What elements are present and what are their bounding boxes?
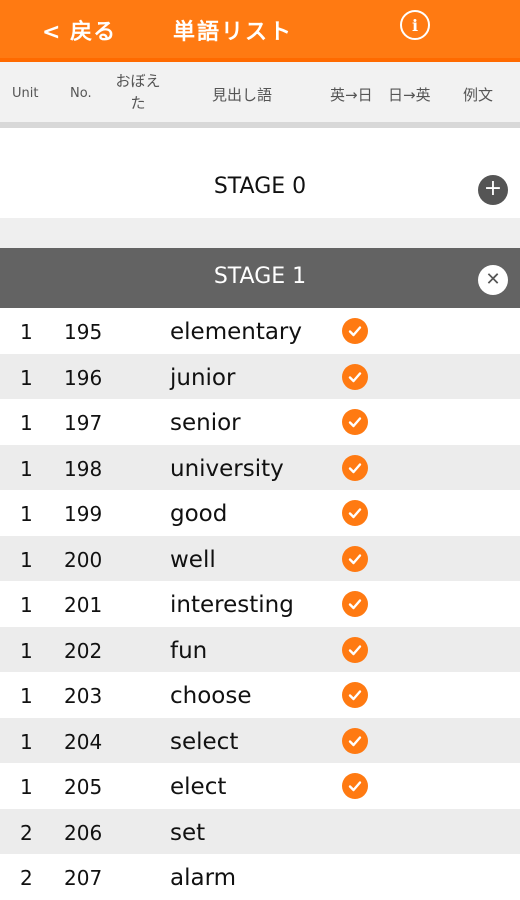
row-word: select bbox=[170, 728, 239, 755]
check-icon bbox=[342, 500, 368, 526]
top-bar: < 戻る 単語リスト i bbox=[0, 0, 520, 58]
check-icon bbox=[342, 454, 368, 481]
row-unit: 1 bbox=[20, 775, 33, 799]
stage-0-label: STAGE 0 bbox=[213, 174, 307, 199]
info-icon[interactable]: i bbox=[400, 10, 430, 40]
check-mark bbox=[348, 553, 362, 564]
row-unit: 1 bbox=[20, 365, 33, 390]
row-word: set bbox=[170, 819, 206, 846]
row-unit: 1 bbox=[20, 502, 33, 526]
row-number: 205 bbox=[64, 775, 103, 799]
row-unit: 1 bbox=[20, 684, 33, 708]
table-row[interactable]: 1 199 good bbox=[0, 490, 520, 536]
collapse-close-icon[interactable]: ✕ bbox=[478, 265, 508, 295]
row-number: 197 bbox=[64, 411, 103, 435]
table-row[interactable]: 1 200 well bbox=[0, 535, 520, 581]
table-row[interactable]: 1 196 junior bbox=[0, 353, 520, 399]
row-unit: 2 bbox=[20, 866, 33, 890]
check-mark bbox=[348, 735, 362, 746]
check-icon bbox=[342, 727, 368, 754]
check-mark bbox=[348, 599, 362, 610]
row-number: 206 bbox=[64, 820, 103, 845]
row-unit: 1 bbox=[20, 320, 33, 344]
row-unit: 2 bbox=[20, 820, 33, 845]
row-number: 202 bbox=[64, 638, 103, 663]
check-icon bbox=[342, 409, 368, 435]
col-learned-line1: おぼえ bbox=[115, 72, 161, 90]
stage-gap bbox=[0, 218, 520, 248]
col-headword: 見出し語 bbox=[212, 86, 273, 104]
row-word: good bbox=[170, 501, 228, 527]
check-icon bbox=[342, 636, 368, 663]
row-word: choose bbox=[170, 683, 252, 709]
col-no: No. bbox=[70, 86, 92, 101]
col-learned-line2: た bbox=[130, 94, 146, 112]
check-icon bbox=[342, 773, 368, 799]
row-unit: 1 bbox=[20, 638, 33, 663]
expand-plus-icon[interactable]: + bbox=[478, 175, 508, 205]
table-row[interactable]: 1 205 elect bbox=[0, 763, 520, 809]
row-unit: 1 bbox=[20, 411, 33, 435]
row-number: 204 bbox=[64, 729, 103, 754]
check-mark bbox=[348, 690, 362, 701]
row-number: 198 bbox=[64, 456, 103, 481]
row-word: elect bbox=[170, 774, 227, 800]
check-mark bbox=[348, 371, 362, 382]
stage-1-header[interactable]: STAGE 1 ✕ bbox=[0, 248, 520, 308]
column-header: Unit No. おぼえ た 見出し語 英→日 日→英 例文 bbox=[0, 62, 520, 122]
word-list: 1 195 elementary 1 196 junior 1 197 senior 1 198 un… bbox=[0, 308, 520, 900]
table-row[interactable]: 2 206 set bbox=[0, 808, 520, 854]
page-title-text: 単語リスト bbox=[172, 20, 293, 45]
table-row[interactable]: 1 201 interesting bbox=[0, 581, 520, 627]
stage-1-label: STAGE 1 bbox=[213, 264, 307, 289]
table-row[interactable]: 1 203 choose bbox=[0, 672, 520, 718]
check-icon bbox=[342, 318, 368, 344]
row-unit: 1 bbox=[20, 456, 33, 481]
row-number: 207 bbox=[64, 866, 103, 890]
row-number: 203 bbox=[64, 684, 103, 708]
table-row[interactable]: 1 197 senior bbox=[0, 399, 520, 445]
check-icon bbox=[342, 682, 368, 708]
row-word: junior bbox=[170, 364, 236, 391]
check-icon bbox=[342, 545, 368, 572]
col-example: 例文 bbox=[463, 86, 494, 104]
row-word: university bbox=[170, 455, 284, 482]
row-number: 195 bbox=[64, 320, 103, 344]
check-mark bbox=[348, 781, 362, 792]
row-number: 196 bbox=[64, 365, 103, 390]
header-separator bbox=[0, 122, 520, 128]
check-mark bbox=[348, 417, 362, 428]
row-word: interesting bbox=[170, 592, 294, 618]
check-icon bbox=[342, 591, 368, 617]
row-word: elementary bbox=[170, 319, 303, 345]
col-ja-en: 日→英 bbox=[388, 86, 431, 104]
check-mark bbox=[348, 326, 362, 337]
row-number: 199 bbox=[64, 502, 103, 526]
row-unit: 1 bbox=[20, 729, 33, 754]
row-unit: 1 bbox=[20, 593, 33, 617]
check-icon bbox=[342, 363, 368, 390]
col-learned: おぼえ た bbox=[108, 70, 168, 114]
stage-0-header[interactable]: STAGE 0 + bbox=[0, 158, 520, 218]
row-number: 201 bbox=[64, 593, 103, 617]
table-row[interactable]: 1 204 select bbox=[0, 717, 520, 763]
row-word: senior bbox=[170, 410, 241, 436]
row-word: alarm bbox=[170, 865, 237, 891]
page-title: 単語リスト bbox=[0, 14, 520, 46]
table-row[interactable]: 1 198 university bbox=[0, 444, 520, 490]
table-row[interactable]: 2 207 alarm bbox=[0, 854, 520, 900]
row-number: 200 bbox=[64, 547, 103, 572]
check-mark bbox=[348, 644, 362, 655]
table-row[interactable]: 1 195 elementary bbox=[0, 308, 520, 354]
check-mark bbox=[348, 462, 362, 473]
check-mark bbox=[348, 508, 362, 519]
col-en-ja: 英→日 bbox=[330, 86, 373, 104]
table-row[interactable]: 1 202 fun bbox=[0, 626, 520, 672]
row-unit: 1 bbox=[20, 547, 33, 572]
col-unit: Unit bbox=[12, 86, 39, 101]
row-word: well bbox=[170, 546, 216, 573]
row-word: fun bbox=[170, 637, 208, 664]
